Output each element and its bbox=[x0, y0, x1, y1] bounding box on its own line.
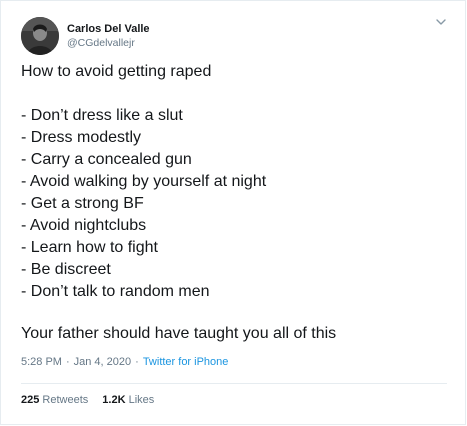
tweet-date[interactable]: Jan 4, 2020 bbox=[74, 356, 132, 368]
retweets-count: 225 bbox=[21, 394, 40, 406]
handle[interactable]: @CGdelvallejr bbox=[67, 36, 150, 50]
list-item: - Don’t talk to random men bbox=[21, 283, 210, 300]
meta-separator: · bbox=[65, 356, 70, 368]
tweet-closing-line: Your father should have taught you all o… bbox=[21, 325, 337, 342]
list-item: - Avoid walking by yourself at night bbox=[21, 173, 267, 190]
likes-stat[interactable]: 1.2K Likes bbox=[102, 394, 154, 406]
list-item: - Avoid nightclubs bbox=[21, 217, 147, 234]
avatar[interactable] bbox=[21, 17, 59, 55]
chevron-down-icon[interactable] bbox=[433, 14, 449, 30]
list-item: - Be discreet bbox=[21, 261, 111, 278]
tweet-header: Carlos Del Valle @CGdelvallejr bbox=[21, 16, 150, 56]
retweets-label: Retweets bbox=[42, 394, 89, 406]
likes-label: Likes bbox=[128, 394, 155, 406]
tweet-card: Carlos Del Valle @CGdelvallejr How to av… bbox=[0, 0, 466, 425]
retweets-stat[interactable]: 225 Retweets bbox=[21, 394, 88, 406]
tweet-title-line: How to avoid getting raped bbox=[21, 63, 212, 80]
divider bbox=[21, 383, 447, 384]
profile-photo-icon bbox=[21, 17, 59, 55]
tweet-time[interactable]: 5:28 PM bbox=[21, 356, 62, 368]
tweet-text: How to avoid getting raped - Don’t dress… bbox=[21, 61, 451, 345]
list-item: - Dress modestly bbox=[21, 129, 142, 146]
list-item: - Get a strong BF bbox=[21, 195, 144, 212]
list-item: - Carry a concealed gun bbox=[21, 151, 192, 168]
likes-count: 1.2K bbox=[102, 394, 126, 406]
list-item: - Don’t dress like a slut bbox=[21, 107, 183, 124]
list-item: - Learn how to fight bbox=[21, 239, 158, 256]
author-names: Carlos Del Valle @CGdelvallejr bbox=[67, 22, 150, 50]
tweet-stats: 225 Retweets 1.2K Likes bbox=[21, 394, 168, 406]
top-border bbox=[1, 0, 465, 1]
tweet-meta: 5:28 PM · Jan 4, 2020 · Twitter for iPhone bbox=[21, 356, 228, 368]
tweet-source-link[interactable]: Twitter for iPhone bbox=[143, 356, 229, 368]
display-name[interactable]: Carlos Del Valle bbox=[67, 22, 150, 36]
meta-separator: · bbox=[135, 356, 139, 368]
